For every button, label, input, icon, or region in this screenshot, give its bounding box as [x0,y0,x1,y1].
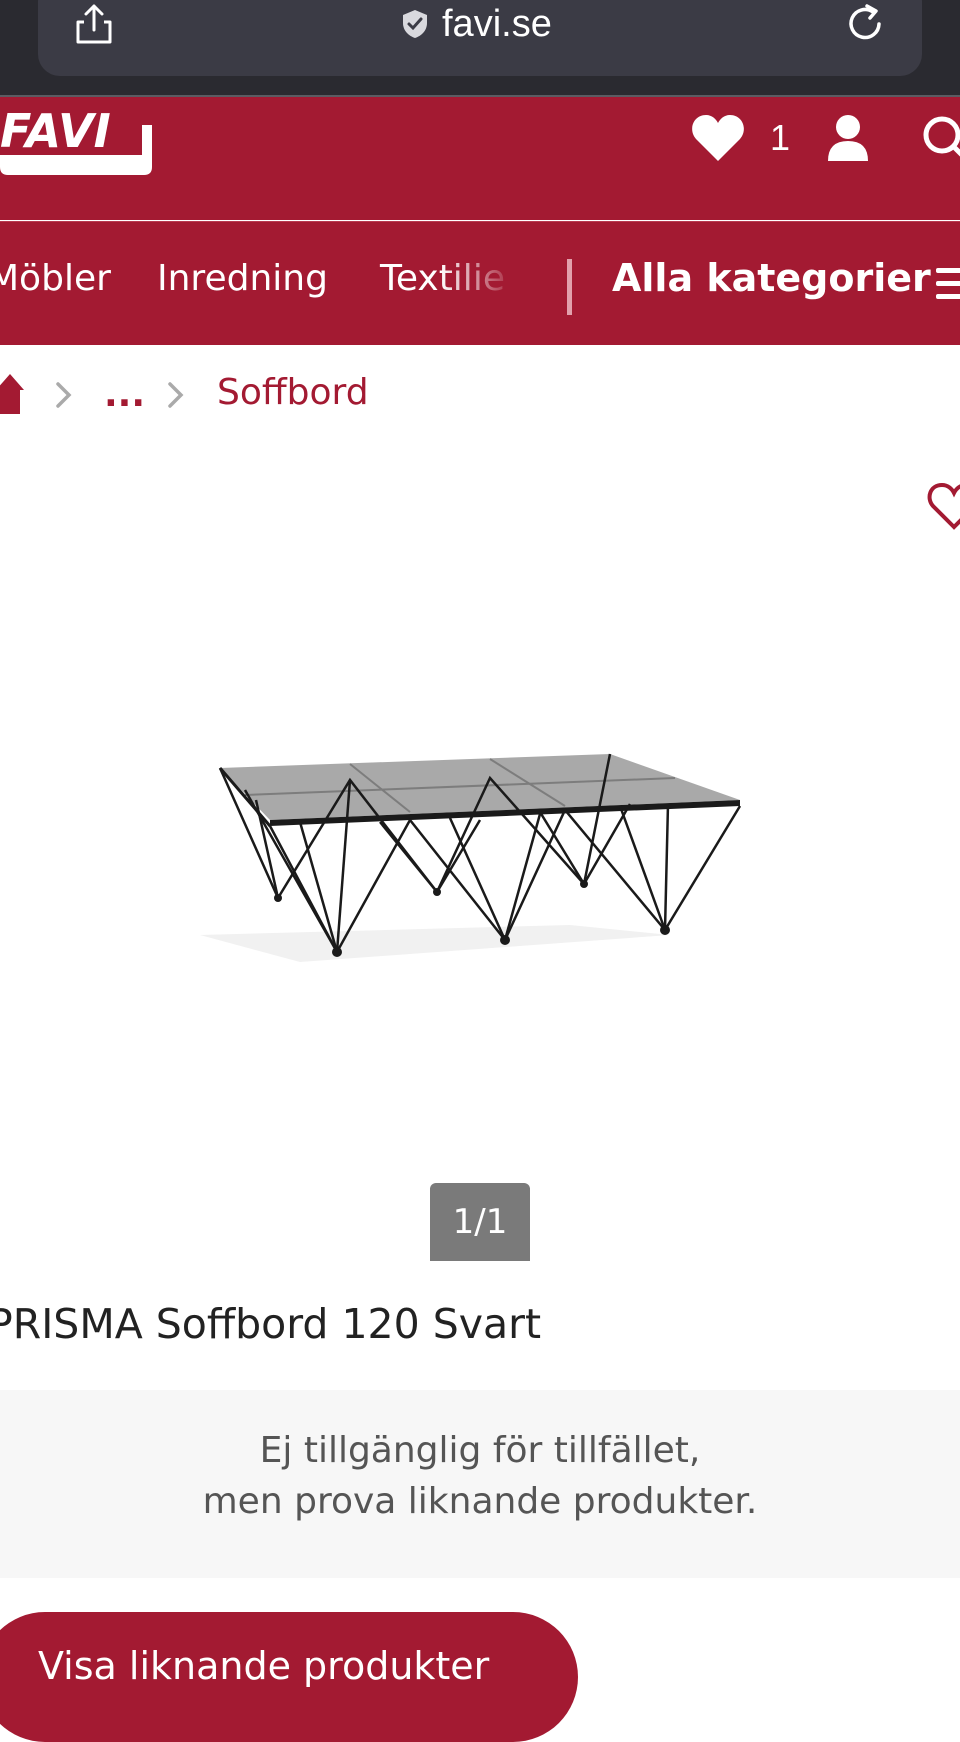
availability-line-1: Ej tillgänglig för tillfället, [259,1430,701,1471]
shield-icon [403,10,427,38]
share-icon[interactable] [72,2,116,46]
site-header: FAVI 1 [0,97,960,220]
favi-logo[interactable]: FAVI [0,97,156,177]
wishlist-link[interactable]: 1 [690,113,790,163]
home-icon[interactable] [0,372,26,416]
breadcrumb-ellipsis[interactable]: ... [104,374,145,415]
user-icon[interactable] [824,113,872,163]
image-counter: 1/1 [430,1183,530,1261]
search-icon[interactable] [920,113,960,163]
menu-icon[interactable] [936,266,960,302]
availability-line-2: men prova liknande produkter. [202,1481,758,1522]
chevron-right-icon [168,382,184,408]
availability-notice: Ej tillgänglig för tillfället, men prova… [0,1390,960,1578]
url-text[interactable]: favi.se [442,3,552,46]
breadcrumb-current[interactable]: Soffbord [217,372,369,413]
product-image[interactable] [200,740,760,970]
product-title: PRISMA Soffbord 120 Svart [0,1300,542,1348]
wishlist-count: 1 [770,117,791,158]
reload-icon[interactable] [843,2,887,46]
svg-text:FAVI: FAVI [0,104,111,158]
nav-item-mobler[interactable]: Möbler [0,258,111,299]
nav-divider [567,259,572,315]
chevron-right-icon [56,382,72,408]
nav-fade [440,242,530,322]
show-similar-products-button[interactable]: Visa liknande produkter [0,1612,578,1742]
nav-item-inredning[interactable]: Inredning [157,258,328,299]
browser-toolbar: favi.se [0,0,960,97]
show-similar-products-label: Visa liknande produkter [38,1644,490,1688]
favorite-heart-icon[interactable] [926,481,960,531]
category-nav: Möbler Inredning Textilie Alla kategorie… [0,221,960,345]
heart-icon [692,115,744,161]
all-categories-button[interactable]: Alla kategorier [612,256,931,300]
